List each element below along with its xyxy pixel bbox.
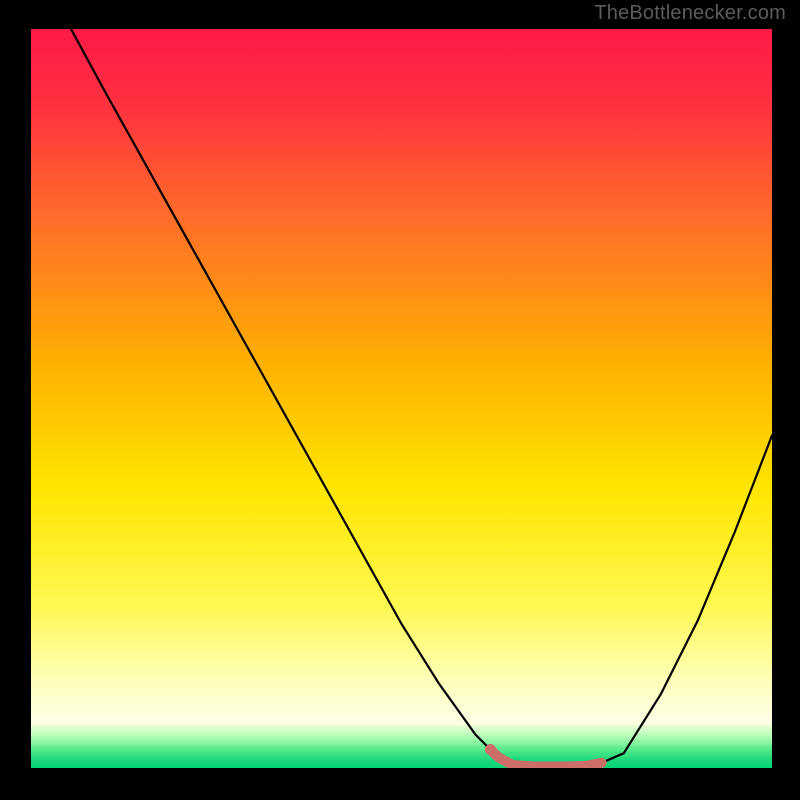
plot-area [31,29,772,768]
optimal-range-highlight [31,29,772,768]
chart-frame: TheBottlenecker.com [0,0,800,800]
watermark-text: TheBottlenecker.com [594,2,786,25]
